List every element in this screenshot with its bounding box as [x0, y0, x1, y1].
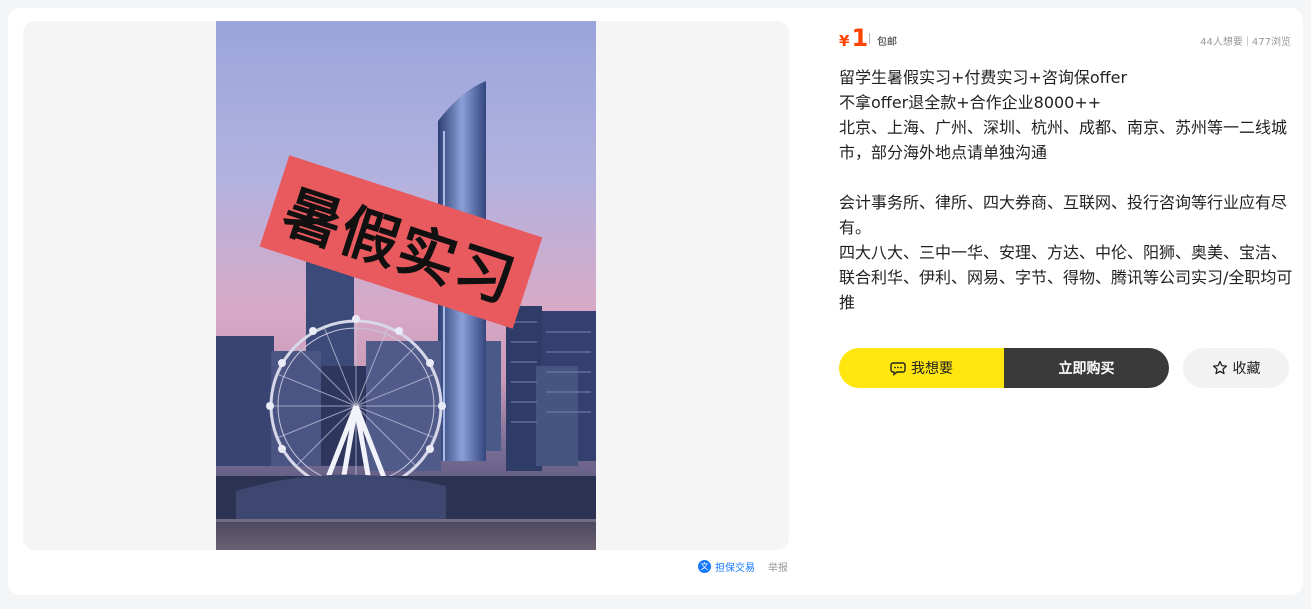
guarantee-label: 担保交易 [715, 563, 755, 574]
guarantee-link[interactable]: 文 担保交易 [698, 559, 755, 574]
price-divider [869, 33, 870, 44]
stats-divider [1246, 35, 1248, 46]
buy-now-label: 立即购买 [1058, 361, 1115, 377]
item-stats: 44人想要 477浏览 [1200, 33, 1291, 48]
shipping-label: 包邮 [877, 37, 897, 48]
shield-badge-icon: 文 [698, 560, 711, 573]
want-button-label: 我想要 [911, 361, 953, 377]
favorite-label: 收藏 [1232, 361, 1261, 377]
image-gallery: 暑假实习 [23, 21, 789, 550]
product-image[interactable]: 暑假实习 [216, 21, 596, 550]
gallery-footer-links: 文 担保交易 举报 [698, 559, 788, 574]
description-line: 留学生暑假实习+付费实习+咨询保offer [839, 68, 1128, 87]
description-line: 不拿offer退全款+合作企业8000++ [839, 93, 1102, 112]
report-link[interactable]: 举报 [768, 559, 788, 574]
price: ¥ 1 [839, 24, 868, 52]
description-blank-line [839, 165, 1293, 190]
product-card: 暑假实习 文 担保交易 举报 ¥ 1 包邮 44人想要 477浏览 留学生暑假实… [8, 8, 1303, 595]
action-bar: 我想要 立即购买 收藏 [839, 348, 1289, 388]
description-line: 四大八大、三中一华、安理、方达、中伦、阳狮、奥美、宝洁、联合利华、伊利、网易、字… [839, 243, 1293, 312]
price-amount: 1 [851, 24, 869, 52]
description-line: 会计事务所、律所、四大券商、互联网、投行咨询等行业应有尽有。 [839, 193, 1288, 237]
buy-now-button[interactable]: 立即购买 [1004, 348, 1169, 388]
wants-count: 44人想要 [1200, 37, 1243, 48]
views-count: 477浏览 [1251, 37, 1291, 48]
currency-symbol: ¥ [839, 32, 850, 50]
favorite-button[interactable]: 收藏 [1183, 348, 1289, 388]
chat-bubble-icon [890, 362, 906, 376]
star-icon [1212, 360, 1227, 375]
item-description: 留学生暑假实习+付费实习+咨询保offer 不拿offer退全款+合作企业800… [839, 65, 1293, 315]
want-button[interactable]: 我想要 [839, 348, 1004, 388]
price-row: ¥ 1 包邮 44人想要 477浏览 [839, 24, 1291, 52]
description-line: 北京、上海、广州、深圳、杭州、成都、南京、苏州等一二线城市，部分海外地点请单独沟… [839, 118, 1288, 162]
